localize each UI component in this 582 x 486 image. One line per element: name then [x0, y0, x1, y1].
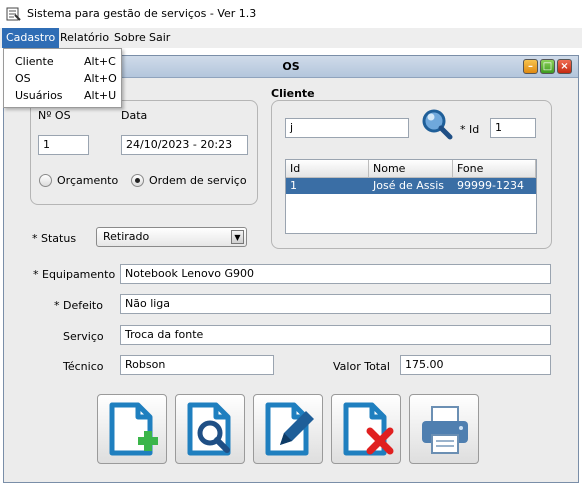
servico-label: Serviço [63, 330, 104, 343]
window-title-bar: Sistema para gestão de serviços - Ver 1.… [0, 0, 582, 28]
menu-sobre[interactable]: Sobre [110, 28, 150, 48]
add-icon [109, 402, 158, 456]
table-row[interactable]: 1 José de Assis 99999-1234 [286, 178, 536, 194]
os-number-label: Nº OS [38, 109, 71, 122]
status-value: Retirado [103, 230, 150, 243]
table-header-nome[interactable]: Nome [369, 160, 453, 178]
status-combo[interactable]: Retirado ▼ [96, 227, 247, 247]
ordem-servico-label: Ordem de serviço [149, 174, 247, 187]
menu-item-cliente-shortcut: Alt+C [84, 55, 116, 68]
cell-id: 1 [290, 179, 297, 192]
menu-item-usuarios-label: Usuários [15, 89, 63, 102]
delete-os-button[interactable] [331, 394, 401, 464]
menu-item-usuarios-shortcut: Alt+U [84, 89, 117, 102]
table-header-id[interactable]: Id [286, 160, 369, 178]
status-label: * Status [32, 232, 77, 245]
servico-field[interactable]: Troca da fonte [120, 325, 551, 345]
cliente-id-field[interactable]: 1 [490, 118, 536, 138]
delete-icon [343, 402, 394, 456]
print-os-button[interactable] [409, 394, 479, 464]
cliente-id-label: * Id [460, 123, 480, 136]
table-header-fone[interactable]: Fone [453, 160, 536, 178]
print-icon [422, 406, 468, 454]
add-os-button[interactable] [97, 394, 167, 464]
os-number-field[interactable]: 1 [38, 135, 89, 155]
date-label: Data [121, 109, 148, 122]
menu-item-os-shortcut: Alt+O [84, 72, 117, 85]
window-title: Sistema para gestão de serviços - Ver 1.… [27, 7, 257, 20]
minimize-button[interactable]: – [523, 59, 538, 74]
menu-item-cliente-label: Cliente [15, 55, 54, 68]
edit-icon [265, 402, 314, 456]
edit-os-button[interactable] [253, 394, 323, 464]
menu-item-cliente[interactable]: Cliente Alt+C [4, 53, 121, 70]
cliente-table: Id Nome Fone 1 José de Assis 99999-1234 [285, 159, 537, 234]
cell-fone: 99999-1234 [457, 179, 524, 192]
cliente-search-input[interactable]: j [285, 118, 409, 138]
date-field[interactable]: 24/10/2023 - 20:23 [121, 135, 248, 155]
menu-item-usuarios[interactable]: Usuários Alt+U [4, 87, 121, 104]
menu-bar: Cadastro Relatório Sobre Sair [0, 28, 582, 48]
cell-nome: José de Assis [373, 179, 444, 192]
equipamento-field[interactable]: Notebook Lenovo G900 [120, 264, 551, 284]
document-search-icon [187, 402, 231, 456]
tecnico-field[interactable]: Robson [120, 355, 274, 375]
search-os-button[interactable] [175, 394, 245, 464]
close-button[interactable]: × [557, 59, 572, 74]
menu-relatorio[interactable]: Relatório [56, 28, 113, 48]
search-icon[interactable] [420, 107, 454, 141]
tecnico-label: Técnico [63, 360, 104, 373]
cliente-group-title: Cliente [271, 87, 315, 100]
valor-total-field[interactable]: 175.00 [400, 355, 551, 375]
menu-item-os[interactable]: OS Alt+O [4, 70, 121, 87]
ordem-servico-radio[interactable] [131, 174, 144, 187]
menu-cadastro[interactable]: Cadastro [2, 28, 60, 48]
orcamento-label: Orçamento [57, 174, 119, 187]
defeito-label: * Defeito [54, 299, 103, 312]
valor-total-label: Valor Total [333, 360, 390, 373]
cadastro-dropdown-menu: Cliente Alt+C OS Alt+O Usuários Alt+U [3, 48, 122, 108]
app-icon [6, 7, 21, 21]
defeito-field[interactable]: Não liga [120, 294, 551, 314]
chevron-down-icon[interactable]: ▼ [231, 230, 244, 244]
menu-sair[interactable]: Sair [145, 28, 174, 48]
equipamento-label: * Equipamento [33, 268, 116, 281]
orcamento-radio[interactable] [39, 174, 52, 187]
maximize-button[interactable]: □ [540, 59, 555, 74]
menu-item-os-label: OS [15, 72, 31, 85]
